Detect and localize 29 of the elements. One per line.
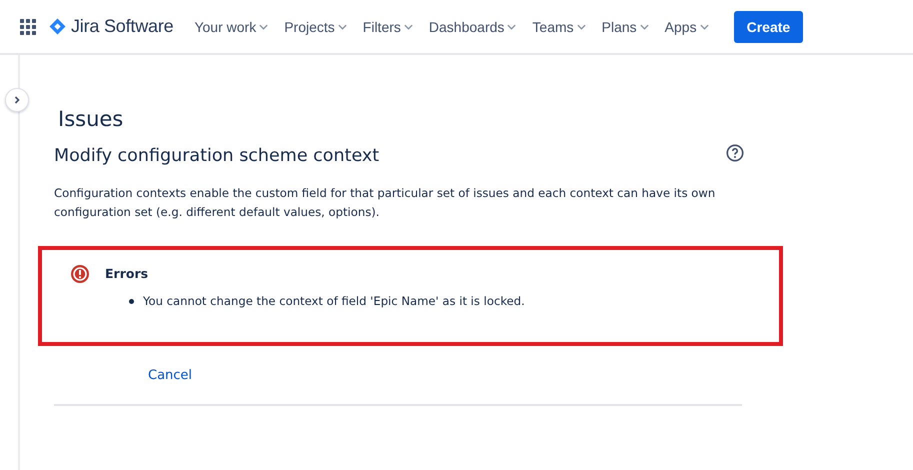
- error-message: You cannot change the context of field 'Epic Name' as it is locked.: [143, 294, 525, 308]
- chevron-down-icon: [576, 24, 586, 30]
- app-switcher-icon[interactable]: [20, 18, 36, 34]
- nav-menu-item[interactable]: Your work: [189, 18, 274, 34]
- expand-sidebar-button[interactable]: [5, 88, 29, 112]
- chevron-down-icon: [507, 24, 516, 30]
- chevron-down-icon: [338, 24, 347, 30]
- section-heading: Modify configuration scheme context: [54, 145, 380, 168]
- help-icon[interactable]: [726, 144, 744, 162]
- description-text: Configuration contexts enable the custom field for that particular set of issues and each context can have its own configuration set (e.g. different default values, options).: [54, 185, 716, 221]
- chevron-down-icon: [640, 24, 649, 30]
- product-name[interactable]: Jira Software: [71, 16, 174, 37]
- create-button[interactable]: Create: [734, 10, 804, 42]
- logo-icon: [49, 18, 66, 35]
- chevron-right-icon: [13, 96, 21, 104]
- cancel-link[interactable]: Cancel: [148, 368, 192, 382]
- nav-menu-item[interactable]: Filters: [358, 18, 418, 34]
- nav-menu-item[interactable]: Projects: [279, 18, 352, 34]
- chevron-down-icon: [259, 24, 268, 30]
- error-icon: [70, 264, 90, 284]
- bullet-icon: [129, 298, 134, 304]
- chevron-down-icon: [700, 24, 709, 30]
- chevron-down-icon: [404, 24, 413, 30]
- error-title: Errors: [105, 265, 150, 283]
- nav-menu-item[interactable]: Apps: [660, 18, 714, 34]
- nav-menu-item[interactable]: Plans: [596, 18, 654, 34]
- page-title: Issues: [58, 106, 124, 133]
- nav-menu-item[interactable]: Teams: [527, 18, 591, 34]
- nav-menu-item[interactable]: Dashboards: [424, 18, 522, 34]
